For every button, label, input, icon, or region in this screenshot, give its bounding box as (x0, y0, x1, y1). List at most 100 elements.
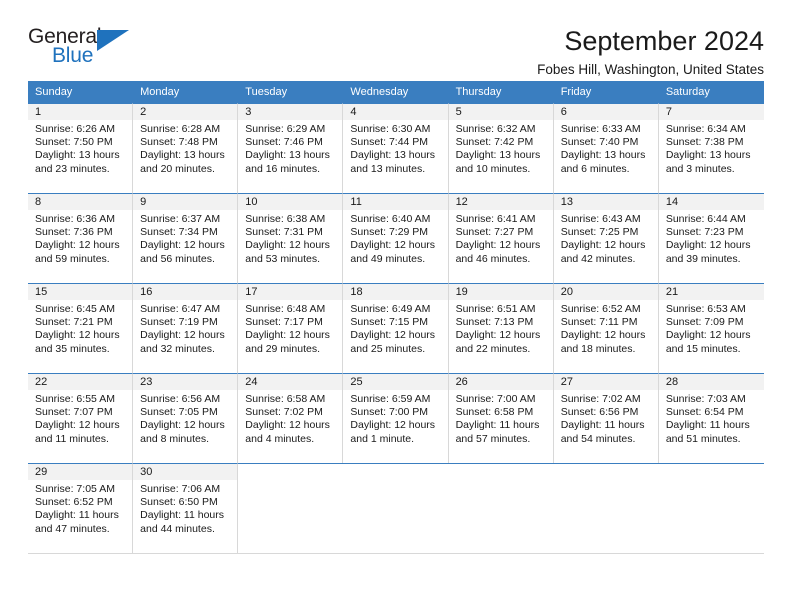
daylight-duration-line2: and 51 minutes. (665, 432, 741, 445)
logo-triangle-icon (97, 30, 129, 51)
sunset-time: Sunset: 7:44 PM (350, 136, 429, 149)
day-sun-details: Sunrise: 7:03 AM Sunset: 6:54 PM Daylight:… (659, 390, 764, 446)
day-sun-details: Sunrise: 6:48 AM Sunset: 7:17 PM Daylight:… (238, 300, 342, 356)
day-sun-details: Sunrise: 6:30 AM Sunset: 7:44 PM Daylight:… (343, 120, 447, 176)
daylight-duration-line2: and 15 minutes. (665, 342, 741, 355)
sunset-time: Sunset: 7:48 PM (140, 136, 218, 149)
sunrise-time: Sunrise: 6:40 AM (350, 213, 431, 225)
sunset-time: Sunset: 7:31 PM (245, 226, 323, 239)
calendar-day[interactable]: 22 Sunrise: 6:55 AM Sunset: 7:07 PM Dayligh… (28, 373, 134, 463)
calendar-page: General Blue September 2024 Fobes Hill, … (0, 0, 792, 612)
daylight-duration-line1: Daylight: 13 hours (140, 149, 225, 162)
calendar-cell: 13 Sunrise: 6:43 AM Sunset: 7:25 PM Dayligh… (553, 193, 659, 283)
calendar-day[interactable]: 5 Sunrise: 6:32 AM Sunset: 7:42 PM Daylight… (448, 103, 554, 193)
sunrise-time: Sunrise: 6:55 AM (35, 393, 115, 405)
calendar-cell: 30 Sunrise: 7:06 AM Sunset: 6:50 PM Dayligh… (133, 463, 239, 553)
day-number: 22 (28, 374, 133, 390)
calendar-day[interactable]: 24 Sunrise: 6:58 AM Sunset: 7:02 PM Dayligh… (238, 373, 344, 463)
day-sun-details (554, 480, 659, 483)
calendar-day[interactable]: 16 Sunrise: 6:47 AM Sunset: 7:19 PM Dayligh… (133, 283, 239, 373)
day-number: 23 (133, 374, 238, 390)
calendar-day[interactable]: 19 Sunrise: 6:51 AM Sunset: 7:13 PM Dayligh… (448, 283, 554, 373)
daylight-duration-line1: Daylight: 12 hours (140, 419, 225, 432)
calendar-day[interactable]: 30 Sunrise: 7:06 AM Sunset: 6:50 PM Dayligh… (133, 463, 239, 553)
sunrise-time: Sunrise: 6:48 AM (245, 303, 326, 315)
sunrise-time: Sunrise: 6:26 AM (35, 123, 115, 135)
weekday-header-monday: Monday (133, 81, 239, 103)
day-sun-details: Sunrise: 6:55 AM Sunset: 7:07 PM Daylight:… (28, 390, 132, 446)
title-block: September 2024 Fobes Hill, Washington, U… (138, 26, 764, 78)
calendar-day[interactable]: 28 Sunrise: 7:03 AM Sunset: 6:54 PM Dayligh… (658, 373, 764, 463)
daylight-duration-line1: Daylight: 13 hours (455, 149, 541, 162)
calendar-day[interactable]: 26 Sunrise: 7:00 AM Sunset: 6:58 PM Dayligh… (448, 373, 554, 463)
calendar-day[interactable]: 4 Sunrise: 6:30 AM Sunset: 7:44 PM Daylight… (343, 103, 449, 193)
day-sun-details: Sunrise: 6:38 AM Sunset: 7:31 PM Daylight:… (238, 210, 342, 266)
calendar-day[interactable]: 10 Sunrise: 6:38 AM Sunset: 7:31 PM Dayligh… (238, 193, 344, 283)
calendar-day[interactable]: 13 Sunrise: 6:43 AM Sunset: 7:25 PM Dayligh… (553, 193, 659, 283)
calendar-day[interactable]: 18 Sunrise: 6:49 AM Sunset: 7:15 PM Dayligh… (343, 283, 449, 373)
calendar-day[interactable]: 2 Sunrise: 6:28 AM Sunset: 7:48 PM Daylight… (133, 103, 239, 193)
calendar-day[interactable]: 29 Sunrise: 7:05 AM Sunset: 6:52 PM Dayligh… (28, 463, 134, 553)
daylight-duration-line1: Daylight: 12 hours (140, 329, 225, 342)
daylight-duration-line2: and 32 minutes. (140, 342, 215, 355)
calendar-day[interactable]: 12 Sunrise: 6:41 AM Sunset: 7:27 PM Dayligh… (448, 193, 554, 283)
page-title: September 2024 (564, 26, 764, 56)
day-number: 19 (448, 284, 553, 300)
general-blue-logo[interactable]: General Blue (28, 26, 138, 72)
calendar-body: 1 Sunrise: 6:26 AM Sunset: 7:50 PM Daylight… (28, 103, 764, 553)
sunrise-time: Sunrise: 6:51 AM (455, 303, 536, 315)
calendar-day-empty (343, 463, 449, 553)
day-sun-details: Sunrise: 6:49 AM Sunset: 7:15 PM Daylight:… (343, 300, 447, 356)
sunset-time: Sunset: 7:00 PM (350, 406, 429, 419)
calendar-day[interactable]: 6 Sunrise: 6:33 AM Sunset: 7:40 PM Daylight… (553, 103, 659, 193)
calendar-cell (658, 463, 764, 553)
daylight-duration-line2: and 25 minutes. (350, 342, 426, 355)
calendar-cell: 10 Sunrise: 6:38 AM Sunset: 7:31 PM Dayligh… (238, 193, 344, 283)
daylight-duration-line2: and 49 minutes. (350, 252, 426, 265)
day-number: 16 (133, 284, 238, 300)
calendar-day-empty (658, 463, 764, 553)
day-number: 18 (343, 284, 448, 300)
calendar-cell: 9 Sunrise: 6:37 AM Sunset: 7:34 PM Daylight… (133, 193, 239, 283)
day-sun-details (659, 480, 764, 483)
sunset-time: Sunset: 7:19 PM (140, 316, 218, 329)
calendar-day[interactable]: 15 Sunrise: 6:45 AM Sunset: 7:21 PM Dayligh… (28, 283, 134, 373)
calendar-day[interactable]: 27 Sunrise: 7:02 AM Sunset: 6:56 PM Dayligh… (553, 373, 659, 463)
daylight-duration-line2: and 20 minutes. (140, 162, 215, 175)
sunset-time: Sunset: 7:40 PM (560, 136, 639, 149)
calendar-day[interactable]: 17 Sunrise: 6:48 AM Sunset: 7:17 PM Dayligh… (238, 283, 344, 373)
calendar-day[interactable]: 7 Sunrise: 6:34 AM Sunset: 7:38 PM Daylight… (658, 103, 764, 193)
calendar-cell: 11 Sunrise: 6:40 AM Sunset: 7:29 PM Dayligh… (343, 193, 449, 283)
sunrise-time: Sunrise: 6:52 AM (560, 303, 641, 315)
daylight-duration-line2: and 54 minutes. (560, 432, 636, 445)
daylight-duration-line2: and 42 minutes. (560, 252, 636, 265)
calendar-day[interactable]: 11 Sunrise: 6:40 AM Sunset: 7:29 PM Dayligh… (343, 193, 449, 283)
calendar-day[interactable]: 8 Sunrise: 6:36 AM Sunset: 7:36 PM Daylight… (28, 193, 134, 283)
day-sun-details: Sunrise: 6:47 AM Sunset: 7:19 PM Daylight:… (133, 300, 237, 356)
daylight-duration-line2: and 3 minutes. (665, 162, 735, 175)
calendar-bottom-rule (28, 553, 764, 554)
day-number (554, 464, 659, 480)
day-sun-details: Sunrise: 6:45 AM Sunset: 7:21 PM Daylight:… (28, 300, 132, 356)
calendar-cell: 3 Sunrise: 6:29 AM Sunset: 7:46 PM Daylight… (238, 103, 344, 193)
sunrise-time: Sunrise: 6:49 AM (350, 303, 431, 315)
calendar-day[interactable]: 3 Sunrise: 6:29 AM Sunset: 7:46 PM Daylight… (238, 103, 344, 193)
day-number: 21 (658, 284, 764, 300)
calendar-day[interactable]: 9 Sunrise: 6:37 AM Sunset: 7:34 PM Daylight… (133, 193, 239, 283)
day-number: 9 (133, 194, 238, 210)
sunrise-time: Sunrise: 6:56 AM (140, 393, 221, 405)
calendar-day[interactable]: 20 Sunrise: 6:52 AM Sunset: 7:11 PM Dayligh… (553, 283, 659, 373)
calendar-day[interactable]: 1 Sunrise: 6:26 AM Sunset: 7:50 PM Daylight… (28, 103, 134, 193)
daylight-duration-line2: and 53 minutes. (245, 252, 320, 265)
day-sun-details: Sunrise: 6:33 AM Sunset: 7:40 PM Daylight:… (554, 120, 658, 176)
sunset-time: Sunset: 7:34 PM (140, 226, 218, 239)
sunrise-time: Sunrise: 6:36 AM (35, 213, 115, 225)
calendar-day[interactable]: 25 Sunrise: 6:59 AM Sunset: 7:00 PM Dayligh… (343, 373, 449, 463)
calendar-day[interactable]: 21 Sunrise: 6:53 AM Sunset: 7:09 PM Dayligh… (658, 283, 764, 373)
calendar-week-row: 29 Sunrise: 7:05 AM Sunset: 6:52 PM Dayligh… (28, 463, 764, 553)
weekday-header-tuesday: Tuesday (238, 81, 344, 103)
sunset-time: Sunset: 6:56 PM (560, 406, 639, 419)
calendar-day[interactable]: 23 Sunrise: 6:56 AM Sunset: 7:05 PM Dayligh… (133, 373, 239, 463)
calendar-day[interactable]: 14 Sunrise: 6:44 AM Sunset: 7:23 PM Dayligh… (658, 193, 764, 283)
calendar-cell: 2 Sunrise: 6:28 AM Sunset: 7:48 PM Daylight… (133, 103, 239, 193)
